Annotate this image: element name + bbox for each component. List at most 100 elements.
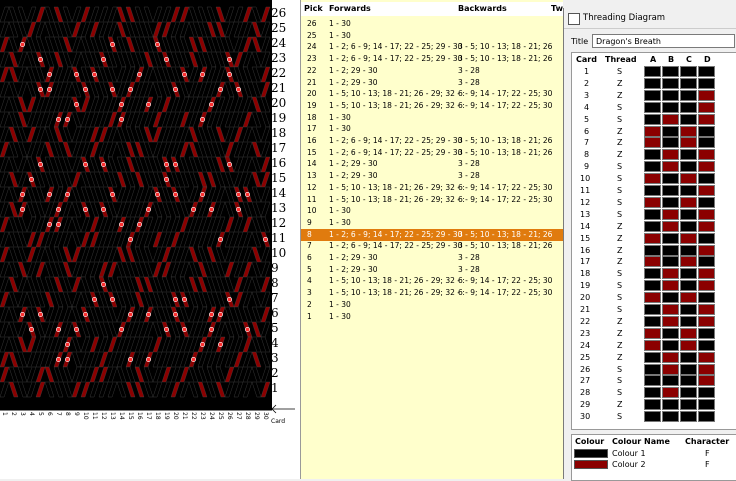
hole-a-cell[interactable] xyxy=(644,161,661,173)
thread-direction[interactable]: Z xyxy=(617,328,622,340)
thread-direction[interactable]: Z xyxy=(617,245,622,257)
forwards-header[interactable]: Forwards xyxy=(329,4,371,13)
pick-row[interactable]: 11 1 - 5; 10 - 13; 18 - 21; 26 - 29; 32 -… xyxy=(301,194,563,206)
pick-row[interactable]: 22 1 - 2; 29 - 30 3 - 28 xyxy=(301,65,563,77)
pick-row[interactable]: 21 1 - 2; 29 - 30 3 - 28 xyxy=(301,77,563,89)
hole-c-cell[interactable] xyxy=(680,411,697,423)
hole-d-cell[interactable] xyxy=(698,173,715,185)
card-row[interactable]: 13 S xyxy=(572,208,736,221)
thread-direction[interactable]: S xyxy=(617,268,622,280)
hole-c-cell[interactable] xyxy=(680,161,697,173)
hole-b-cell[interactable] xyxy=(662,196,679,208)
hole-c-cell[interactable] xyxy=(680,244,697,256)
hole-d-cell[interactable] xyxy=(698,268,715,280)
hole-b-cell[interactable] xyxy=(662,149,679,161)
pick-row[interactable]: 13 1 - 2; 29 - 30 3 - 28 xyxy=(301,170,563,182)
hole-c-cell[interactable] xyxy=(680,363,697,375)
hole-c-cell[interactable] xyxy=(680,89,697,101)
hole-a-cell[interactable] xyxy=(644,339,661,351)
hole-d-cell[interactable] xyxy=(698,351,715,363)
hole-b-cell[interactable] xyxy=(662,208,679,220)
pick-row[interactable]: 12 1 - 5; 10 - 13; 18 - 21; 26 - 29; 32 -… xyxy=(301,182,563,194)
card-row[interactable]: 27 S xyxy=(572,375,736,387)
hole-b-cell[interactable] xyxy=(662,173,679,185)
hole-a-cell[interactable] xyxy=(644,196,661,208)
thread-direction[interactable]: S xyxy=(617,280,622,292)
hole-c-cell[interactable] xyxy=(680,351,697,363)
card-row[interactable]: 4S xyxy=(572,101,736,114)
card-row[interactable]: 9S xyxy=(572,161,736,173)
hole-b-cell[interactable] xyxy=(662,315,679,327)
thread-direction[interactable]: S xyxy=(617,292,622,304)
hole-c-cell[interactable] xyxy=(680,268,697,280)
hole-a-cell[interactable] xyxy=(644,77,661,89)
pick-row[interactable]: 26 1 - 30 xyxy=(301,18,563,30)
hole-a-cell[interactable] xyxy=(644,137,661,149)
backwards-header[interactable]: Backwards xyxy=(458,4,507,13)
window-title-bar[interactable]: Threading Diagram xyxy=(564,8,736,29)
hole-c-cell[interactable] xyxy=(680,387,697,399)
hole-b-cell[interactable] xyxy=(662,185,679,196)
hole-b-cell[interactable] xyxy=(662,244,679,256)
hole-c-cell[interactable] xyxy=(680,101,697,113)
hole-d-cell[interactable] xyxy=(698,149,715,161)
title-input[interactable]: Dragon's Breath xyxy=(592,34,735,48)
hole-d-cell[interactable] xyxy=(698,315,715,327)
card-row[interactable]: 16 Z xyxy=(572,244,736,257)
card-row[interactable]: 6Z xyxy=(572,125,736,138)
pick-row[interactable]: 15 1 - 2; 6 - 9; 14 - 17; 22 - 25; 29 - 3… xyxy=(301,147,563,159)
hole-d-cell[interactable] xyxy=(698,411,715,423)
card-row[interactable]: 21 S xyxy=(572,304,736,316)
hole-b-cell[interactable] xyxy=(662,256,679,268)
thread-direction[interactable]: S xyxy=(617,375,622,387)
hole-a-cell[interactable] xyxy=(644,244,661,256)
hole-c-cell[interactable] xyxy=(680,292,697,304)
hole-c-cell[interactable] xyxy=(680,232,697,244)
thread-direction[interactable]: S xyxy=(617,209,622,221)
card-row[interactable]: 1S xyxy=(572,66,736,78)
hole-a-cell[interactable] xyxy=(644,327,661,339)
hole-d-cell[interactable] xyxy=(698,196,715,208)
hole-b-cell[interactable] xyxy=(662,220,679,232)
hole-c-cell[interactable] xyxy=(680,304,697,315)
hole-b-cell[interactable] xyxy=(662,161,679,173)
thread-direction[interactable]: S xyxy=(617,161,622,173)
card-row[interactable]: 26 S xyxy=(572,363,736,376)
thread-direction[interactable]: Z xyxy=(617,399,622,411)
hole-a-cell[interactable] xyxy=(644,304,661,315)
hole-b-cell[interactable] xyxy=(662,137,679,149)
hole-c-cell[interactable] xyxy=(680,327,697,339)
pick-row[interactable]: 16 1 - 2; 6 - 9; 14 - 17; 22 - 25; 29 - 3… xyxy=(301,135,563,147)
hole-d-cell[interactable] xyxy=(698,137,715,149)
hole-c-cell[interactable] xyxy=(680,196,697,208)
twist-header[interactable]: Twi xyxy=(551,4,563,13)
colour-swatch[interactable] xyxy=(574,460,608,469)
thread-direction[interactable]: Z xyxy=(617,256,622,268)
hole-a-cell[interactable] xyxy=(644,113,661,125)
pick-row[interactable]: 4 1 - 5; 10 - 13; 18 - 21; 26 - 29; 32 - … xyxy=(301,275,563,287)
hole-c-cell[interactable] xyxy=(680,77,697,89)
pick-row[interactable]: 6 1 - 2; 29 - 30 3 - 28 xyxy=(301,252,563,264)
hole-d-cell[interactable] xyxy=(698,220,715,232)
card-row[interactable]: 25 Z xyxy=(572,351,736,364)
legend-row[interactable]: Colour 2 F xyxy=(572,459,736,471)
card-row[interactable]: 24 Z xyxy=(572,339,736,352)
card-row[interactable]: 30 S xyxy=(572,411,736,423)
card-row[interactable]: 11 S xyxy=(572,185,736,197)
hole-a-cell[interactable] xyxy=(644,399,661,411)
hole-d-cell[interactable] xyxy=(698,161,715,173)
pick-row[interactable]: 24 1 - 2; 6 - 9; 14 - 17; 22 - 25; 29 - 3… xyxy=(301,41,563,53)
thread-direction[interactable]: S xyxy=(617,411,622,423)
hole-d-cell[interactable] xyxy=(698,339,715,351)
hole-b-cell[interactable] xyxy=(662,375,679,387)
hole-a-cell[interactable] xyxy=(644,351,661,363)
pick-row[interactable]: 23 1 - 2; 6 - 9; 14 - 17; 22 - 25; 29 - 3… xyxy=(301,53,563,65)
hole-a-cell[interactable] xyxy=(644,256,661,268)
thread-direction[interactable]: Z xyxy=(617,221,622,233)
card-row[interactable]: 17 Z xyxy=(572,256,736,268)
pick-row[interactable]: 18 1 - 30 xyxy=(301,112,563,124)
hole-d-cell[interactable] xyxy=(698,208,715,220)
hole-d-cell[interactable] xyxy=(698,77,715,89)
thread-direction[interactable]: S xyxy=(617,185,622,197)
hole-d-cell[interactable] xyxy=(698,387,715,399)
